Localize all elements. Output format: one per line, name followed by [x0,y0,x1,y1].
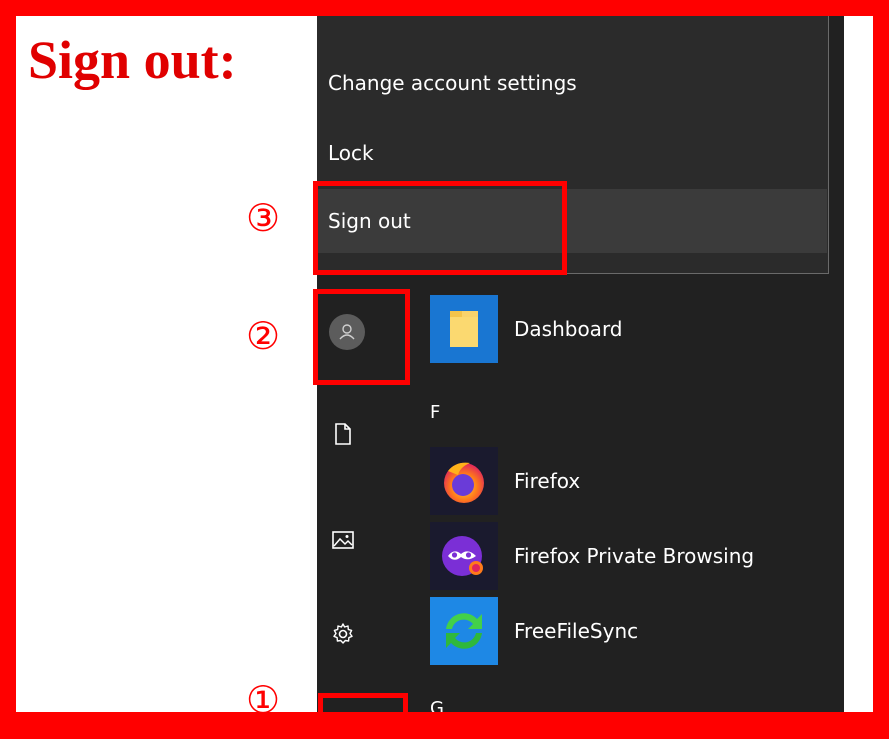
change-account-settings-item[interactable]: Change account settings [317,51,827,115]
firefox-icon [430,447,498,515]
document-icon[interactable] [331,422,355,446]
pictures-icon[interactable] [331,528,355,552]
app-label: Firefox [514,469,581,493]
step-three-marker: ③ [246,196,281,240]
firefox-private-icon [430,522,498,590]
freefilesync-icon [430,597,498,665]
settings-gear-icon[interactable] [331,622,355,646]
step-two-marker: ② [246,314,281,358]
sign-out-highlight-box [313,181,567,275]
group-letter-g[interactable]: G [430,698,444,712]
tutorial-heading: Sign out: [28,30,237,90]
group-letter-f[interactable]: F [430,402,440,424]
avatar-highlight-box [313,289,410,385]
app-label: Dashboard [514,317,623,341]
app-firefox-private-browsing[interactable]: Firefox Private Browsing [430,522,830,590]
app-label: FreeFileSync [514,619,639,643]
app-dashboard[interactable]: Dashboard [430,295,830,363]
app-label: Firefox Private Browsing [514,544,755,568]
folder-icon [430,295,498,363]
red-bottom-band [0,712,889,739]
app-freefilesync[interactable]: FreeFileSync [430,597,830,665]
app-firefox[interactable]: Firefox [430,447,830,515]
lock-item[interactable]: Lock [317,121,827,185]
